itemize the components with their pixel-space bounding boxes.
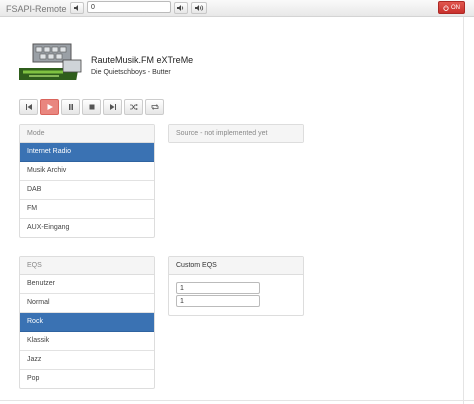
volume-input[interactable] bbox=[87, 1, 171, 13]
mode-item-internet-radio[interactable]: Internet Radio bbox=[20, 143, 154, 162]
station-name: RauteMusik.FM eXTreMe bbox=[91, 55, 194, 65]
mode-item-aux-eingang[interactable]: AUX-Eingang bbox=[20, 219, 154, 237]
page-scroll-edge bbox=[463, 17, 464, 404]
source-header: Source - not implemented yet bbox=[169, 125, 303, 142]
playback-controls bbox=[19, 99, 164, 115]
mute-icon bbox=[194, 5, 203, 11]
custom-eq-input-1[interactable] bbox=[176, 282, 260, 294]
power-button[interactable]: ON bbox=[438, 1, 465, 14]
stop-button[interactable] bbox=[82, 99, 101, 115]
eqs-panel: EQS Benutzer Normal Rock Klassik Jazz Po… bbox=[19, 256, 155, 389]
stop-icon bbox=[89, 104, 94, 110]
mode-header: Mode bbox=[20, 125, 154, 143]
power-icon bbox=[443, 4, 449, 11]
source-panel: Source - not implemented yet bbox=[168, 124, 304, 143]
power-label: ON bbox=[451, 4, 460, 11]
skip-back-icon bbox=[25, 104, 32, 110]
repeat-icon bbox=[151, 104, 158, 110]
pause-icon bbox=[68, 104, 73, 110]
eq-item-rock[interactable]: Rock bbox=[20, 313, 154, 332]
shuffle-icon bbox=[129, 104, 138, 110]
station-logo bbox=[19, 42, 85, 84]
pause-button[interactable] bbox=[61, 99, 80, 115]
mode-panel: Mode Internet Radio Musik Archiv DAB FM … bbox=[19, 124, 155, 238]
eq-item-jazz[interactable]: Jazz bbox=[20, 351, 154, 370]
play-button[interactable] bbox=[40, 99, 59, 115]
volume-down-button[interactable] bbox=[70, 2, 84, 14]
eq-item-normal[interactable]: Normal bbox=[20, 294, 154, 313]
custom-eq-input-2[interactable] bbox=[176, 295, 260, 307]
play-icon bbox=[47, 104, 53, 110]
volume-up-icon bbox=[177, 5, 184, 11]
custom-eq-header: Custom EQS bbox=[169, 257, 303, 275]
custom-eq-panel: Custom EQS bbox=[168, 256, 304, 316]
eqs-header: EQS bbox=[20, 257, 154, 275]
repeat-button[interactable] bbox=[145, 99, 164, 115]
mute-button[interactable] bbox=[191, 2, 207, 14]
brand[interactable]: FSAPI-Remote bbox=[6, 4, 67, 14]
eq-item-benutzer[interactable]: Benutzer bbox=[20, 275, 154, 294]
eq-item-klassik[interactable]: Klassik bbox=[20, 332, 154, 351]
volume-down-icon bbox=[73, 5, 78, 11]
skip-forward-button[interactable] bbox=[103, 99, 122, 115]
shuffle-button[interactable] bbox=[124, 99, 143, 115]
skip-back-button[interactable] bbox=[19, 99, 38, 115]
mode-item-musik-archiv[interactable]: Musik Archiv bbox=[20, 162, 154, 181]
track-title: Die Quietschboys - Butter bbox=[91, 69, 171, 76]
mode-item-dab[interactable]: DAB bbox=[20, 181, 154, 200]
eq-item-pop[interactable]: Pop bbox=[20, 370, 154, 388]
skip-forward-icon bbox=[109, 104, 116, 110]
page-bottom-edge bbox=[0, 400, 474, 401]
mode-item-fm[interactable]: FM bbox=[20, 200, 154, 219]
volume-up-button[interactable] bbox=[174, 2, 188, 14]
navbar: FSAPI-Remote ON bbox=[0, 0, 474, 17]
